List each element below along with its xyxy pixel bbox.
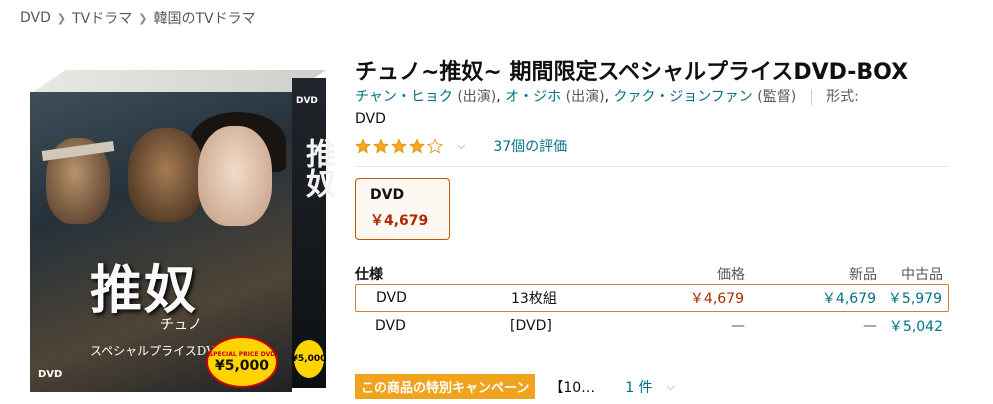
chevron-right-icon: ❯	[138, 11, 148, 25]
dvd-logo-icon: DVD	[38, 369, 63, 380]
dvd-logo-icon: DVD	[296, 96, 318, 106]
table-row[interactable]: DVD 13枚組 ￥4,679 ￥4,679 ￥5,979	[355, 284, 949, 312]
contributor-link[interactable]: オ・ジホ	[505, 89, 561, 105]
row-price: ￥4,679	[689, 291, 744, 307]
format-tile-price: ￥4,679	[370, 213, 429, 229]
row-used-price-link[interactable]: ￥5,979	[888, 288, 942, 308]
format-tile-name: DVD	[370, 187, 405, 203]
breadcrumb-item-korean-tv-drama[interactable]: 韓国のTVドラマ	[153, 8, 255, 28]
header-spec: 仕様	[355, 267, 383, 283]
star-filled-icon	[355, 138, 371, 154]
format-value: DVD	[355, 111, 386, 127]
product-title: チュノ~推奴~ 期間限定スペシャルプライスDVD-BOX	[355, 60, 909, 85]
contributor-role: (出演)	[565, 89, 605, 105]
row-used-price-link[interactable]: ￥5,042	[889, 316, 943, 336]
spine-title: 推奴	[300, 138, 335, 198]
actor-face	[128, 128, 204, 222]
cover-title: 推奴	[90, 260, 199, 321]
box-cover-art: 推奴 チュノ スペシャルプライスDVD-BOX SPECIAL PRICE DV…	[30, 92, 292, 392]
row-new-price-link[interactable]: ￥4,679	[822, 288, 876, 308]
spec-table: 仕様 価格 新品 中古品 DVD 13枚組 ￥4,679 ￥4,679 ￥5,9…	[355, 262, 949, 340]
row-price: —	[731, 318, 745, 334]
star-filled-icon	[373, 138, 389, 154]
sticker-price: ¥5,000	[214, 357, 270, 374]
chevron-down-icon[interactable]: ⌵	[667, 380, 675, 394]
product-image[interactable]: 推奴 チュノ スペシャルプライスDVD-BOX SPECIAL PRICE DV…	[30, 70, 335, 395]
campaign-row: この商品の特別キャンペーン 【10… 1 件 ⌵	[355, 374, 675, 399]
actress-face	[198, 126, 272, 226]
contributor-link[interactable]: クァク・ジョンファン	[613, 89, 752, 105]
contributor-role: (出演)	[457, 89, 497, 105]
rating-count-link[interactable]: 37個の評価	[493, 136, 567, 156]
campaign-count-link[interactable]: 1 件	[625, 377, 652, 397]
box-top	[30, 70, 326, 94]
spec-table-header: 仕様 価格 新品 中古品	[355, 262, 949, 284]
header-new: 新品	[849, 267, 877, 283]
breadcrumb-item-tv-drama[interactable]: TVドラマ	[72, 8, 132, 28]
cover-subtitle: チュノ	[160, 317, 202, 333]
format-tile-dvd[interactable]: DVD ￥4,679	[355, 178, 450, 240]
contributors: チャン・ヒョク (出演), オ・ジホ (出演), クァク・ジョンファン (監督)…	[355, 89, 859, 127]
price-sticker: SPECIAL PRICE DVD ¥5,000	[206, 336, 278, 388]
row-type: DVD	[375, 318, 406, 334]
divider	[355, 166, 949, 167]
chevron-down-icon[interactable]: ⌵	[457, 139, 465, 153]
header-used: 中古品	[901, 267, 943, 283]
spine-price-sticker: ¥5,000	[292, 340, 326, 378]
row-type: DVD	[376, 290, 407, 306]
breadcrumb-item-dvd[interactable]: DVD	[20, 10, 51, 26]
row-new-price: —	[863, 318, 877, 334]
chevron-right-icon: ❯	[56, 11, 67, 25]
row-qty: [DVD]	[510, 318, 552, 334]
star-empty-icon	[427, 138, 443, 154]
contributor-link[interactable]: チャン・ヒョク	[355, 89, 453, 105]
star-filled-icon	[409, 138, 425, 154]
divider	[810, 89, 812, 105]
header-price: 価格	[717, 267, 745, 283]
campaign-promo-link[interactable]: 【10…	[549, 377, 595, 397]
rating-row: ⌵ 37個の評価	[355, 136, 567, 156]
star-filled-icon	[391, 138, 407, 154]
sticker-label: SPECIAL PRICE DVD	[208, 350, 276, 358]
star-rating[interactable]	[355, 138, 445, 154]
row-qty: 13枚組	[511, 291, 557, 307]
box-spine: DVD 推奴 ¥5,000	[292, 78, 335, 388]
table-row[interactable]: DVD [DVD] — — ￥5,042	[355, 312, 949, 340]
campaign-badge: この商品の特別キャンペーン	[355, 374, 536, 399]
format-label: 形式:	[826, 89, 859, 105]
contributor-role: (監督)	[757, 89, 797, 105]
breadcrumb: DVD ❯ TVドラマ ❯ 韓国のTVドラマ	[20, 8, 256, 28]
